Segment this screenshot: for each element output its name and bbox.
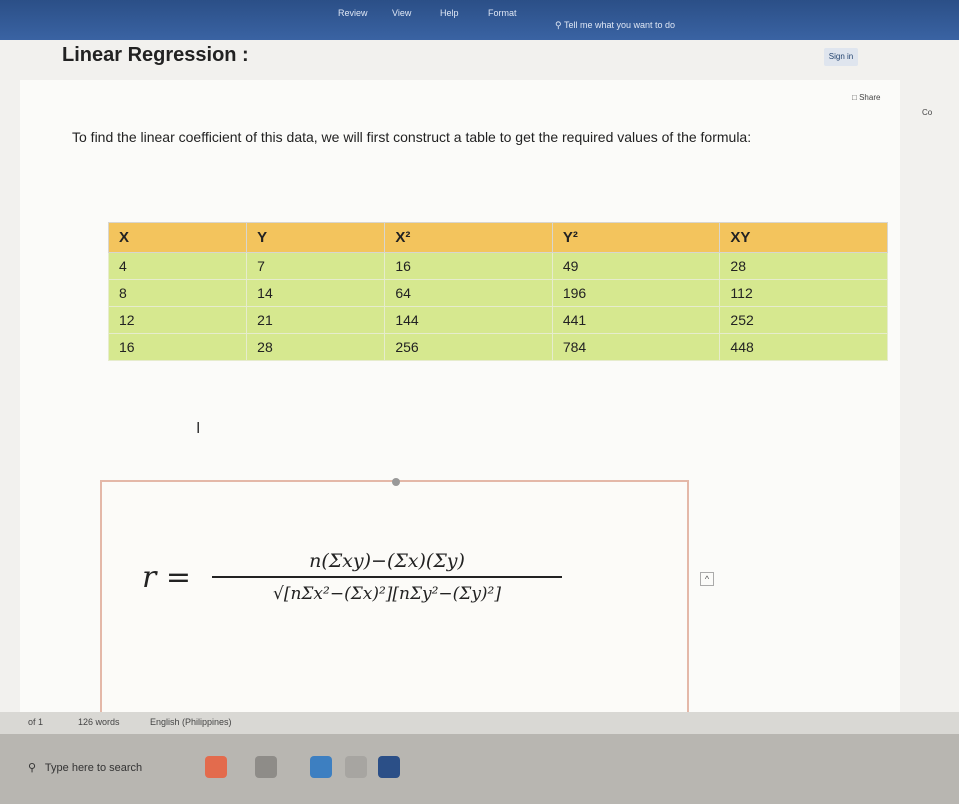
equation-object[interactable]: r = n(Σxy)−(Σx)(Σy) √[nΣx²−(Σx)²][nΣy²−(… xyxy=(100,478,714,732)
table-cell[interactable]: 784 xyxy=(551,333,721,361)
comments-button[interactable]: Co xyxy=(922,108,932,117)
menu-help[interactable]: Help xyxy=(440,8,459,18)
col-header-x: X xyxy=(107,222,248,253)
taskbar-search[interactable]: ⚲ Type here to search xyxy=(28,754,188,782)
table-cell[interactable]: 28 xyxy=(246,333,386,361)
word-app-icon[interactable] xyxy=(378,756,400,778)
table-cell[interactable]: 196 xyxy=(551,279,721,307)
regression-table: X Y X² Y² XY 4 7 16 49 28 8 14 64 196 11… xyxy=(107,222,888,361)
text-cursor: I xyxy=(196,420,201,437)
formula-numerator: n(Σxy)−(Σx)(Σy) xyxy=(212,550,562,578)
table-cell[interactable]: 4 xyxy=(107,252,248,280)
table-cell[interactable]: 14 xyxy=(246,279,386,307)
table-cell[interactable]: 7 xyxy=(246,252,386,280)
search-placeholder: Type here to search xyxy=(44,762,143,774)
lightbulb-icon: ⚲ xyxy=(555,20,562,30)
rotate-handle[interactable] xyxy=(392,478,400,486)
ribbon: Review View Help Format ⚲ Tell me what y… xyxy=(0,0,959,40)
signin-button[interactable]: Sign in xyxy=(824,48,858,66)
table-cell[interactable]: 49 xyxy=(551,252,721,280)
table-cell[interactable]: 441 xyxy=(551,306,721,334)
status-word-count[interactable]: 126 words xyxy=(78,717,120,727)
col-header-xy: XY xyxy=(719,222,888,253)
menu-format[interactable]: Format xyxy=(488,8,517,18)
search-icon: ⚲ xyxy=(28,762,37,774)
menu-view[interactable]: View xyxy=(392,8,411,18)
status-page[interactable]: of 1 xyxy=(28,717,43,727)
tell-me-search[interactable]: ⚲ Tell me what you want to do xyxy=(555,20,675,31)
app-icon[interactable] xyxy=(345,756,367,778)
table-cell[interactable]: 112 xyxy=(719,279,888,307)
page-title: Linear Regression : xyxy=(62,44,249,66)
table-cell[interactable]: 21 xyxy=(246,306,386,334)
table-header-row: X Y X² Y² XY xyxy=(107,222,888,253)
intro-paragraph: To find the linear coefficient of this d… xyxy=(72,129,752,145)
share-button[interactable]: □ Share xyxy=(852,93,880,102)
formula-fraction: n(Σxy)−(Σx)(Σy) √[nΣx²−(Σx)²][nΣy²−(Σy)²… xyxy=(212,550,562,604)
table-row: 12 21 144 441 252 xyxy=(107,306,888,334)
edge-browser-icon[interactable] xyxy=(310,756,332,778)
menu-review[interactable]: Review xyxy=(338,8,368,18)
table-cell[interactable]: 256 xyxy=(384,333,553,361)
share-icon: □ xyxy=(852,93,857,102)
table-row: 8 14 64 196 112 xyxy=(107,279,888,307)
table-cell[interactable]: 252 xyxy=(719,306,888,334)
table-cell[interactable]: 8 xyxy=(107,279,248,307)
tell-me-text: Tell me what you want to do xyxy=(563,20,675,30)
table-cell[interactable]: 448 xyxy=(719,333,888,361)
table-row: 16 28 256 784 448 xyxy=(107,333,888,361)
table-cell[interactable]: 144 xyxy=(384,306,553,334)
table-cell[interactable]: 16 xyxy=(107,333,248,361)
chevron-up-icon[interactable]: ^ xyxy=(700,572,714,586)
col-header-y2: Y² xyxy=(551,222,721,253)
table-cell[interactable]: 12 xyxy=(107,306,248,334)
table-cell[interactable]: 16 xyxy=(384,252,553,280)
weather-icon[interactable] xyxy=(205,756,227,778)
formula-lhs: r = xyxy=(142,560,192,595)
table-row: 4 7 16 49 28 xyxy=(107,252,888,280)
col-header-y: Y xyxy=(246,222,386,253)
formula-denominator: √[nΣx²−(Σx)²][nΣy²−(Σy)²] xyxy=(273,584,501,604)
share-label: Share xyxy=(859,93,881,102)
status-bar: of 1 126 words English (Philippines) xyxy=(0,712,959,734)
table-cell[interactable]: 28 xyxy=(719,252,888,280)
col-header-x2: X² xyxy=(384,222,553,253)
taskbar: ⚲ Type here to search xyxy=(0,734,959,804)
task-view-icon[interactable] xyxy=(255,756,277,778)
status-language[interactable]: English (Philippines) xyxy=(150,717,232,727)
table-cell[interactable]: 64 xyxy=(384,279,553,307)
